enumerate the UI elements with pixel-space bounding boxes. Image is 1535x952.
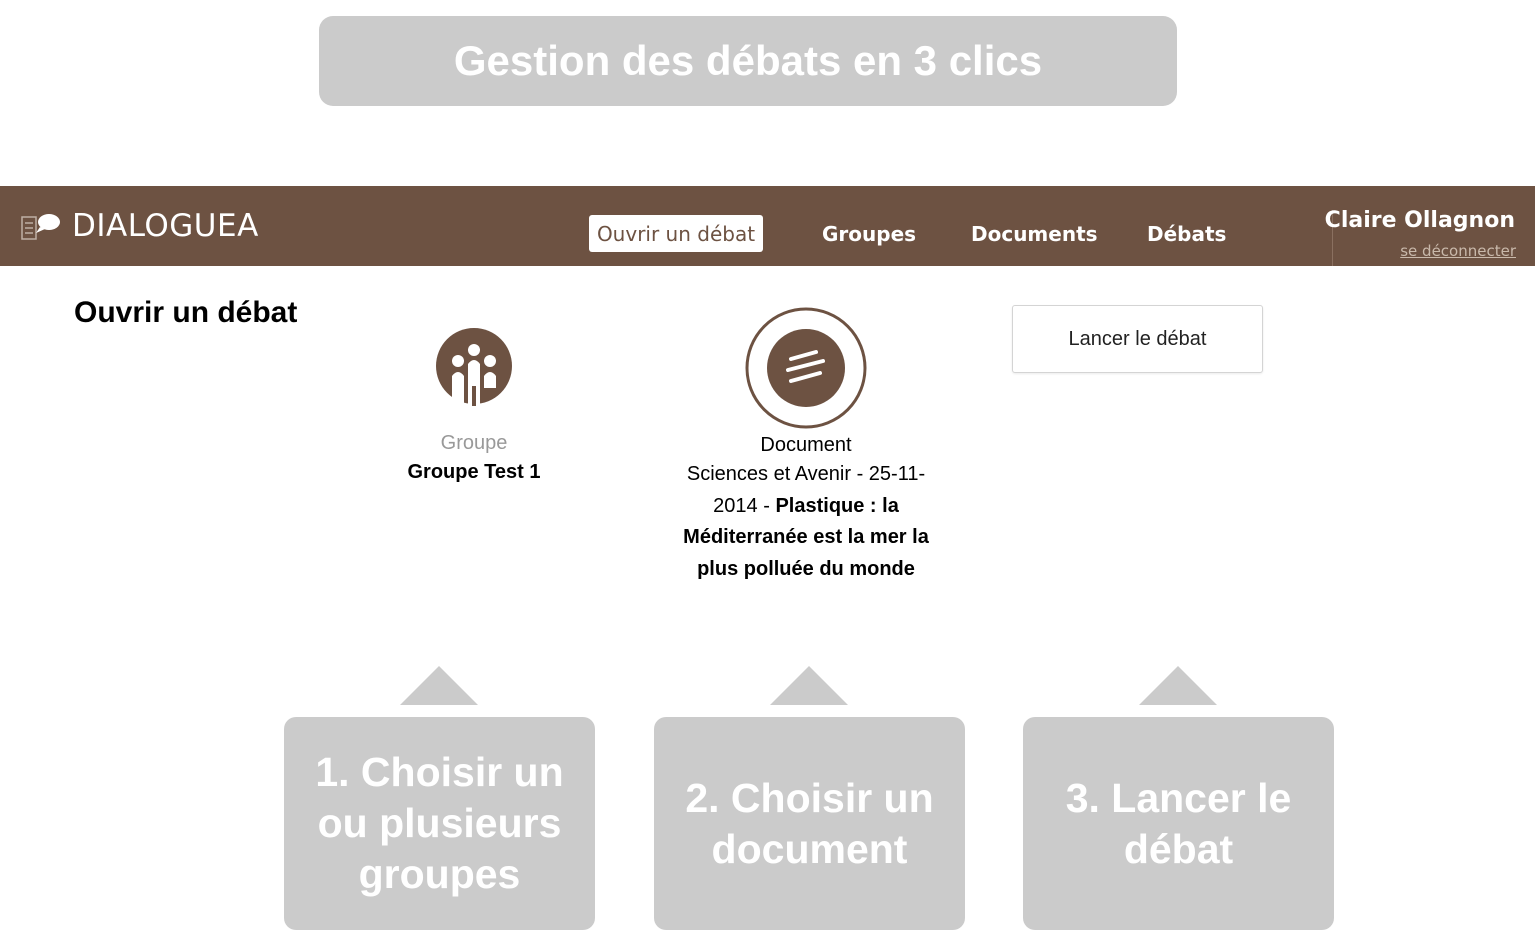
page-title: Ouvrir un débat xyxy=(74,296,298,329)
group-label: Groupe xyxy=(440,432,508,454)
nav-open-debate[interactable]: Ouvrir un débat xyxy=(589,215,763,252)
document-description: Sciences et Avenir - 25-11-2014 - Plasti… xyxy=(671,459,941,585)
step-1-callout: 1. Choisir un ou plusieurs groupes xyxy=(284,717,595,930)
arrow-up-icon xyxy=(770,666,848,705)
banner-title: Gestion des débats en 3 clics xyxy=(319,16,1177,106)
group-selection[interactable]: Groupe Groupe Test 1 xyxy=(374,326,574,484)
group-icon xyxy=(436,328,512,406)
document-icon xyxy=(745,307,867,429)
nav-debates[interactable]: Débats xyxy=(1147,215,1226,252)
arrow-up-icon xyxy=(1139,666,1217,705)
launch-debate-button[interactable]: Lancer le débat xyxy=(1012,305,1263,373)
group-value: Groupe Test 1 xyxy=(407,461,541,483)
document-label: Document xyxy=(760,434,852,456)
speech-bubble-logo-icon xyxy=(21,214,60,240)
nav-documents[interactable]: Documents xyxy=(971,215,1098,252)
nav-groups[interactable]: Groupes xyxy=(822,215,916,252)
arrow-up-icon xyxy=(400,666,478,705)
document-selection[interactable]: Document Sciences et Avenir - 25-11-2014… xyxy=(671,306,941,585)
logout-link[interactable]: se déconnecter xyxy=(1400,242,1516,260)
brand-logo[interactable]: DIALOGUEA xyxy=(20,186,259,266)
brand-name: DIALOGUEA xyxy=(72,208,259,244)
top-navbar: DIALOGUEA Ouvrir un débat Groupes Docume… xyxy=(0,186,1535,266)
step-2-callout: 2. Choisir un document xyxy=(654,717,965,930)
step-3-callout: 3. Lancer le débat xyxy=(1023,717,1334,930)
user-name: Claire Ollagnon xyxy=(1324,208,1515,233)
